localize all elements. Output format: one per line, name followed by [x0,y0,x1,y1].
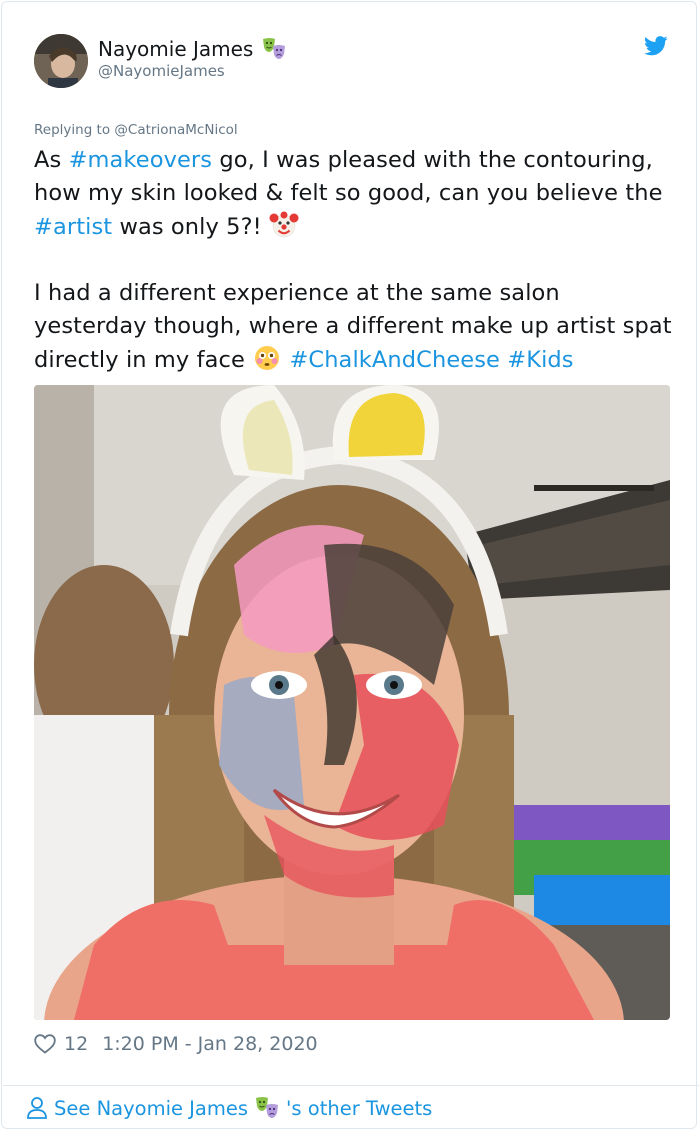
author-handle[interactable]: @NayomieJames [98,62,225,80]
tweet-paragraph-1: As #makeovers go, I was pleased with the… [34,144,674,244]
timestamp[interactable]: 1:20 PM - Jan 28, 2020 [102,1033,317,1055]
clown-face-icon [269,211,299,238]
author-name[interactable]: Nayomie James [98,36,287,62]
photo-illustration [34,385,670,1020]
replying-to[interactable]: Replying to @CatrionaMcNicol [34,122,238,138]
see-other-prefix: See Nayomie James [54,1096,249,1120]
text-segment: was only 5?! [112,214,270,240]
divider [3,1085,699,1086]
twitter-bird-icon[interactable] [644,36,668,56]
tweet-card: Nayomie James @NayomieJames Replying to … [1,1,699,1129]
see-other-tweets-link[interactable]: See Nayomie James 's other Tweets [26,1095,432,1121]
heart-icon[interactable] [34,1034,56,1054]
avatar[interactable] [34,34,88,88]
person-icon [27,1097,47,1119]
hashtag-chalkandcheese[interactable]: #ChalkAndCheese [289,347,500,373]
see-other-suffix: 's other Tweets [286,1096,433,1120]
tweet-paragraph-2: I had a different experience at the same… [34,277,674,377]
author-name-text: Nayomie James [98,37,254,61]
performing-arts-icon [263,38,286,59]
tweet-text: As #makeovers go, I was pleased with the… [34,144,674,377]
flushed-face-icon [255,346,280,370]
like-count[interactable]: 12 [64,1033,88,1055]
text-segment: As [34,147,69,173]
hashtag-artist[interactable]: #artist [34,214,112,240]
hashtag-kids[interactable]: #Kids [507,347,573,373]
hashtag-makeovers[interactable]: #makeovers [69,147,213,173]
performing-arts-icon [256,1097,279,1118]
tweet-meta: 12 1:20 PM - Jan 28, 2020 [34,1033,318,1055]
tweet-photo[interactable] [34,385,670,1020]
